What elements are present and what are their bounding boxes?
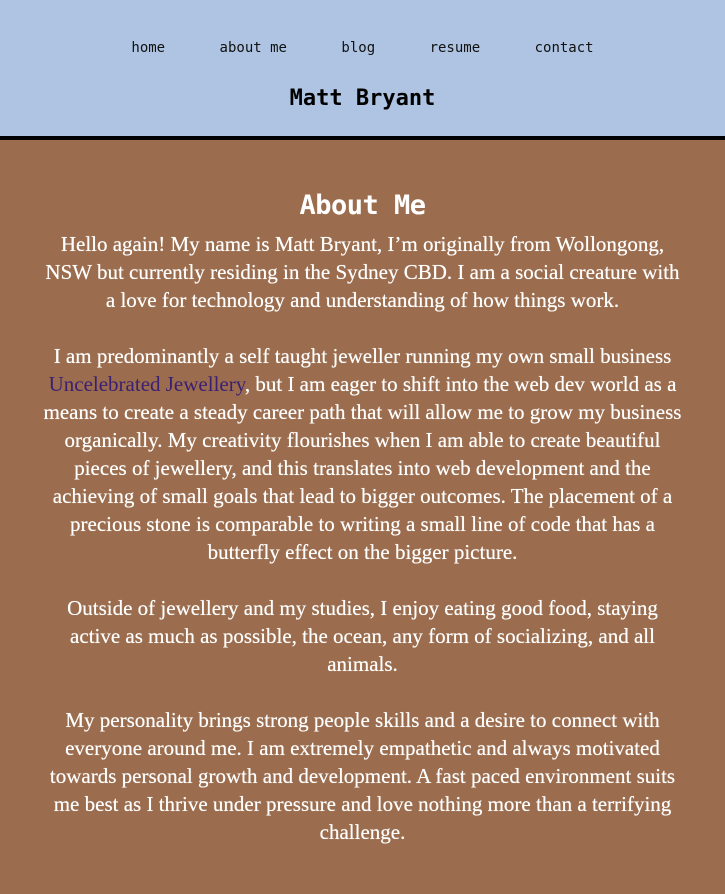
uncelebrated-jewellery-link[interactable]: Uncelebrated Jewellery	[49, 372, 245, 396]
site-header: home about me blog resume contact Matt B…	[0, 0, 725, 140]
business-paragraph-text-after: , but I am eager to shift into the web d…	[43, 372, 682, 564]
personality-paragraph: My personality brings strong people skil…	[49, 708, 676, 844]
interests-paragraph: Outside of jewellery and my studies, I e…	[67, 596, 658, 676]
site-title: Matt Bryant	[289, 86, 436, 111]
nav-link-home[interactable]: home	[131, 40, 165, 56]
page-heading: About Me	[299, 190, 426, 221]
main-nav: home about me blog resume contact	[0, 40, 725, 56]
nav-link-blog[interactable]: blog	[341, 40, 375, 56]
business-paragraph-text-before: I am predominantly a self taught jewelle…	[53, 344, 672, 368]
intro-paragraph: Hello again! My name is Matt Bryant, I’m…	[45, 232, 680, 312]
nav-link-about-me[interactable]: about me	[220, 40, 287, 56]
about-section: About Me Hello again! My name is Matt Br…	[0, 140, 725, 846]
nav-link-resume[interactable]: resume	[430, 40, 481, 56]
nav-link-contact[interactable]: contact	[535, 40, 594, 56]
business-paragraph: I am predominantly a self taught jewelle…	[40, 342, 685, 566]
